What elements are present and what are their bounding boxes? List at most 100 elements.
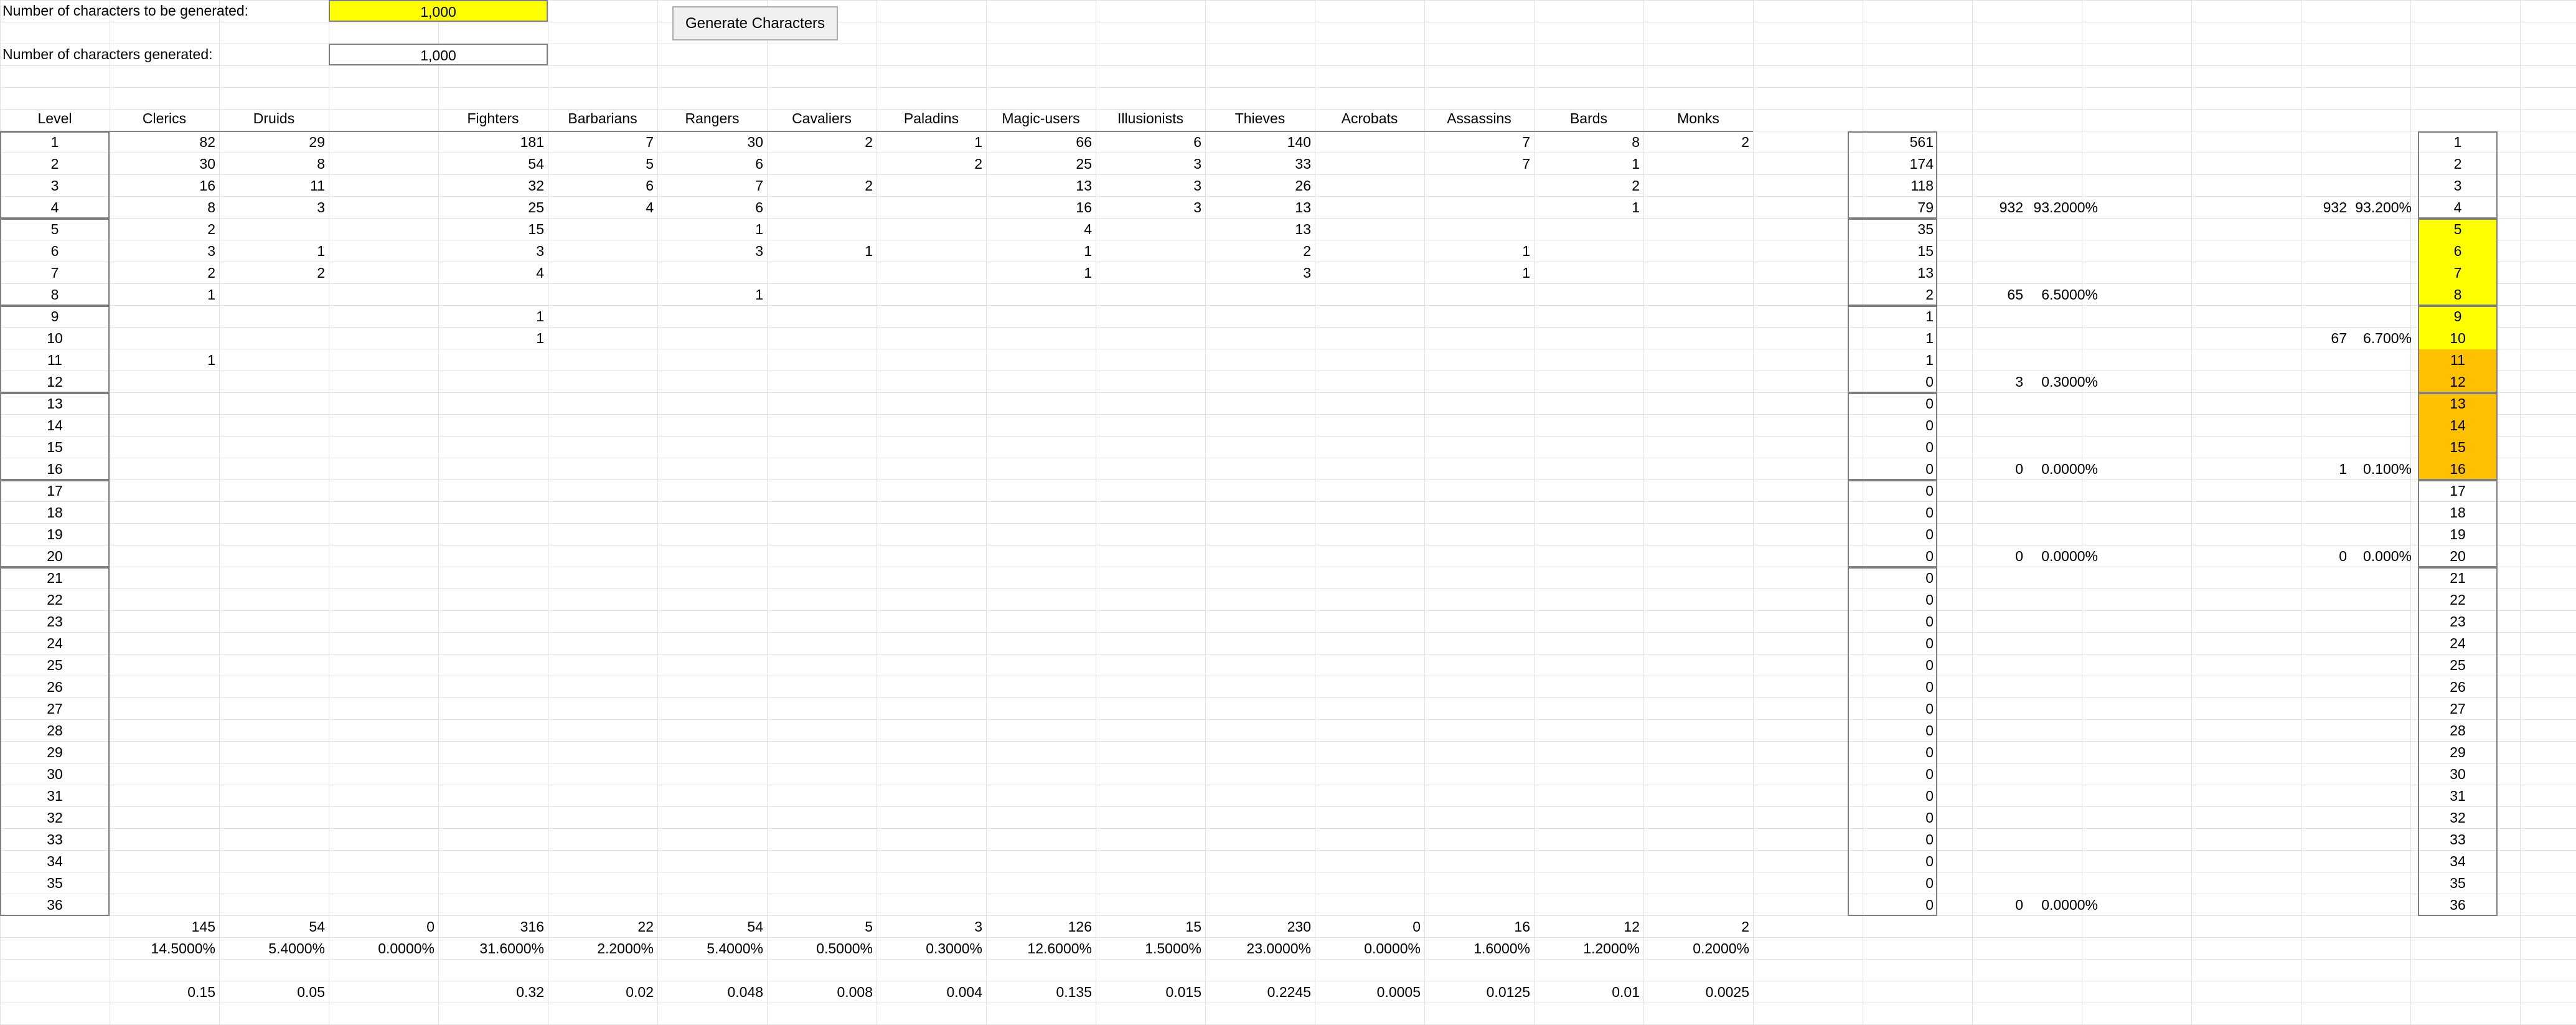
class-count [657,763,767,785]
class-count [1096,328,1205,349]
class-count [1315,480,1424,502]
class-count [219,785,329,807]
class-count [1096,306,1205,328]
class-count [1643,240,1753,262]
class-count [1643,567,1753,589]
class-count [1205,284,1315,306]
class-count: 2 [1741,134,1749,150]
level-label: 33 [47,831,63,848]
class-count [657,458,767,480]
class-count [1205,851,1315,872]
class-count [329,611,438,633]
class-count [1534,611,1643,633]
class-count [657,872,767,894]
class-count [657,654,767,676]
class-count [1643,328,1753,349]
right-level-label: 35 [2450,875,2466,891]
class-count [548,589,657,611]
class-count: 2 [207,265,215,281]
class-count [329,698,438,720]
class-count [1534,763,1643,785]
level-total: 0 [1925,374,1934,390]
class-count [1643,829,1753,851]
level-total: 0 [1925,875,1934,891]
to-be-generated-input[interactable]: 1,000 [329,0,548,22]
class-count [438,742,548,763]
class-percent: 14.5000% [151,940,215,957]
class-count [1205,371,1315,393]
class-count [110,807,219,829]
class-count [1534,284,1643,306]
class-count [1534,262,1643,284]
class-count [1424,219,1534,240]
class-count [877,872,986,894]
class-count [329,284,438,306]
class-count: 30 [199,156,215,172]
class-count [986,872,1096,894]
right-level-label: 13 [2450,395,2466,412]
class-count [1205,502,1315,524]
class-count [548,698,657,720]
class-count [1424,328,1534,349]
class-count [1424,807,1534,829]
level-total: 0 [1925,657,1934,673]
level-label: 10 [47,330,63,346]
class-count [110,437,219,458]
class-count [767,284,877,306]
class-count [1534,567,1643,589]
class-count: 5 [646,156,654,172]
class-ratio: 0.01 [1612,984,1640,1000]
class-count [657,829,767,851]
class-count [1534,502,1643,524]
class-count: 1 [974,134,982,150]
class-total: 54 [309,919,325,935]
class-count [329,763,438,785]
class-count [1643,480,1753,502]
class-count [877,676,986,698]
level-total: 0 [1925,635,1934,651]
class-count [1534,480,1643,502]
right-level-label: 9 [2453,308,2462,324]
right-level-label: 23 [2450,613,2466,630]
class-count: 140 [1287,134,1311,150]
class-count: 1 [755,286,763,303]
class-count: 7 [1522,156,1530,172]
class-count: 2 [207,221,215,237]
level-label: 22 [47,592,63,608]
class-count [1096,240,1205,262]
class-total: 16 [1514,919,1530,935]
class-count [1205,785,1315,807]
class-count: 3 [207,243,215,259]
class-count [877,415,986,437]
class-count: 11 [310,177,325,194]
class-header [329,108,438,130]
class-header: Fighters [467,110,519,126]
class-count [1205,458,1315,480]
class-count [110,720,219,742]
class-count: 13 [1076,177,1092,194]
class-count [110,458,219,480]
class-count [767,502,877,524]
class-count [329,807,438,829]
class-count [1534,785,1643,807]
class-count [329,742,438,763]
class-count [986,480,1096,502]
generate-characters-button[interactable]: Generate Characters [672,6,838,40]
class-count: 2 [974,156,982,172]
group-b-percent: 0.000% [2362,548,2412,564]
class-count [1096,654,1205,676]
class-count [1315,894,1424,916]
group-b-percent: 93.200% [2355,199,2412,215]
class-percent: 0.5000% [816,940,873,957]
level-label: 19 [47,526,63,542]
class-count [877,851,986,872]
class-count [1534,742,1643,763]
class-count [1534,393,1643,415]
class-count [986,742,1096,763]
class-count [986,437,1096,458]
right-level-label: 1 [2453,134,2462,150]
group-a-percent: 0.0000% [2041,548,2098,564]
class-count [1315,589,1424,611]
class-count [548,633,657,654]
class-percent: 31.6000% [479,940,544,957]
